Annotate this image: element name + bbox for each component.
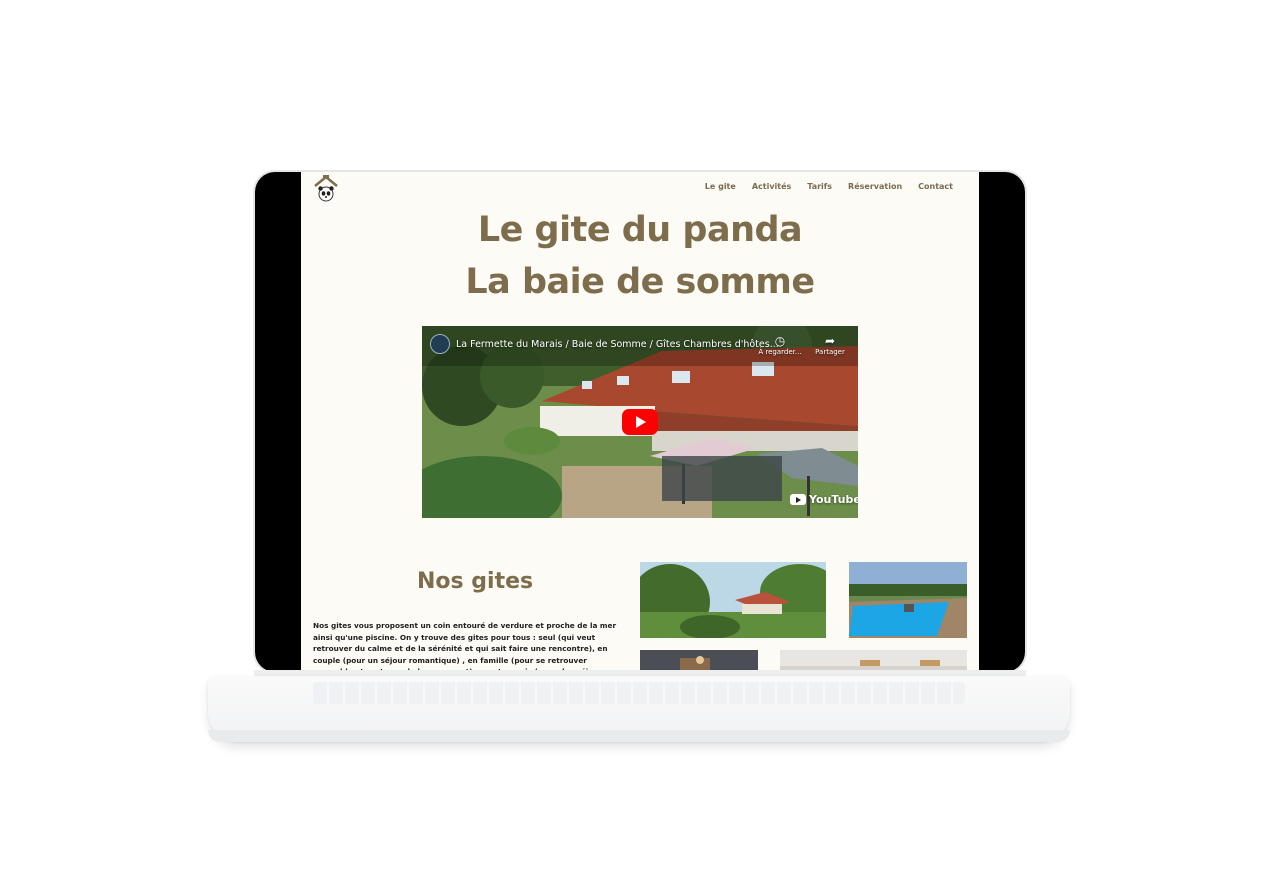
youtube-video-embed[interactable]: La Fermette du Marais / Baie de Somme / … [422, 326, 858, 518]
video-title[interactable]: La Fermette du Marais / Baie de Somme / … [456, 339, 779, 350]
hero-title-line1: Le gite du panda [477, 210, 803, 250]
photo-interior-table[interactable] [640, 650, 758, 672]
panda-house-logo-icon[interactable] [313, 174, 339, 204]
section-title: Nos gites [417, 569, 534, 594]
nav-item-contact[interactable]: Contact [918, 182, 953, 191]
photo-swimming-pool[interactable] [849, 562, 967, 638]
section-description: Nos gites vous proposent un coin entouré… [313, 621, 617, 672]
nav-item-tarifs[interactable]: Tarifs [807, 182, 832, 191]
photo-garden-houses[interactable] [640, 562, 826, 638]
laptop-base [208, 676, 1070, 742]
play-icon[interactable] [622, 409, 658, 435]
photo-bedroom[interactable] [780, 650, 967, 672]
clock-icon: ◷ [774, 334, 786, 348]
nav-item-reservation[interactable]: Réservation [848, 182, 902, 191]
laptop-screen: Le gite Activités Tarifs Réservation Con… [255, 172, 1025, 672]
youtube-logo[interactable]: YouTube [790, 493, 858, 506]
keyboard [313, 682, 965, 704]
youtube-play-icon [790, 494, 806, 505]
share-arrow-icon: ➦ [824, 334, 836, 348]
main-menu: Le gite Activités Tarifs Réservation Con… [705, 182, 953, 191]
laptop-base-edge [208, 730, 1070, 742]
watch-later-button[interactable]: ◷ À regarder... [758, 334, 802, 356]
share-button[interactable]: ➦ Partager [808, 334, 852, 356]
nav-item-le-gite[interactable]: Le gite [705, 182, 736, 191]
website-viewport: Le gite Activités Tarifs Réservation Con… [301, 172, 979, 672]
channel-avatar[interactable] [430, 334, 450, 354]
hero-title-line2: La baie de somme [465, 262, 815, 302]
top-navigation: Le gite Activités Tarifs Réservation Con… [301, 172, 979, 204]
nav-item-activites[interactable]: Activités [752, 182, 791, 191]
